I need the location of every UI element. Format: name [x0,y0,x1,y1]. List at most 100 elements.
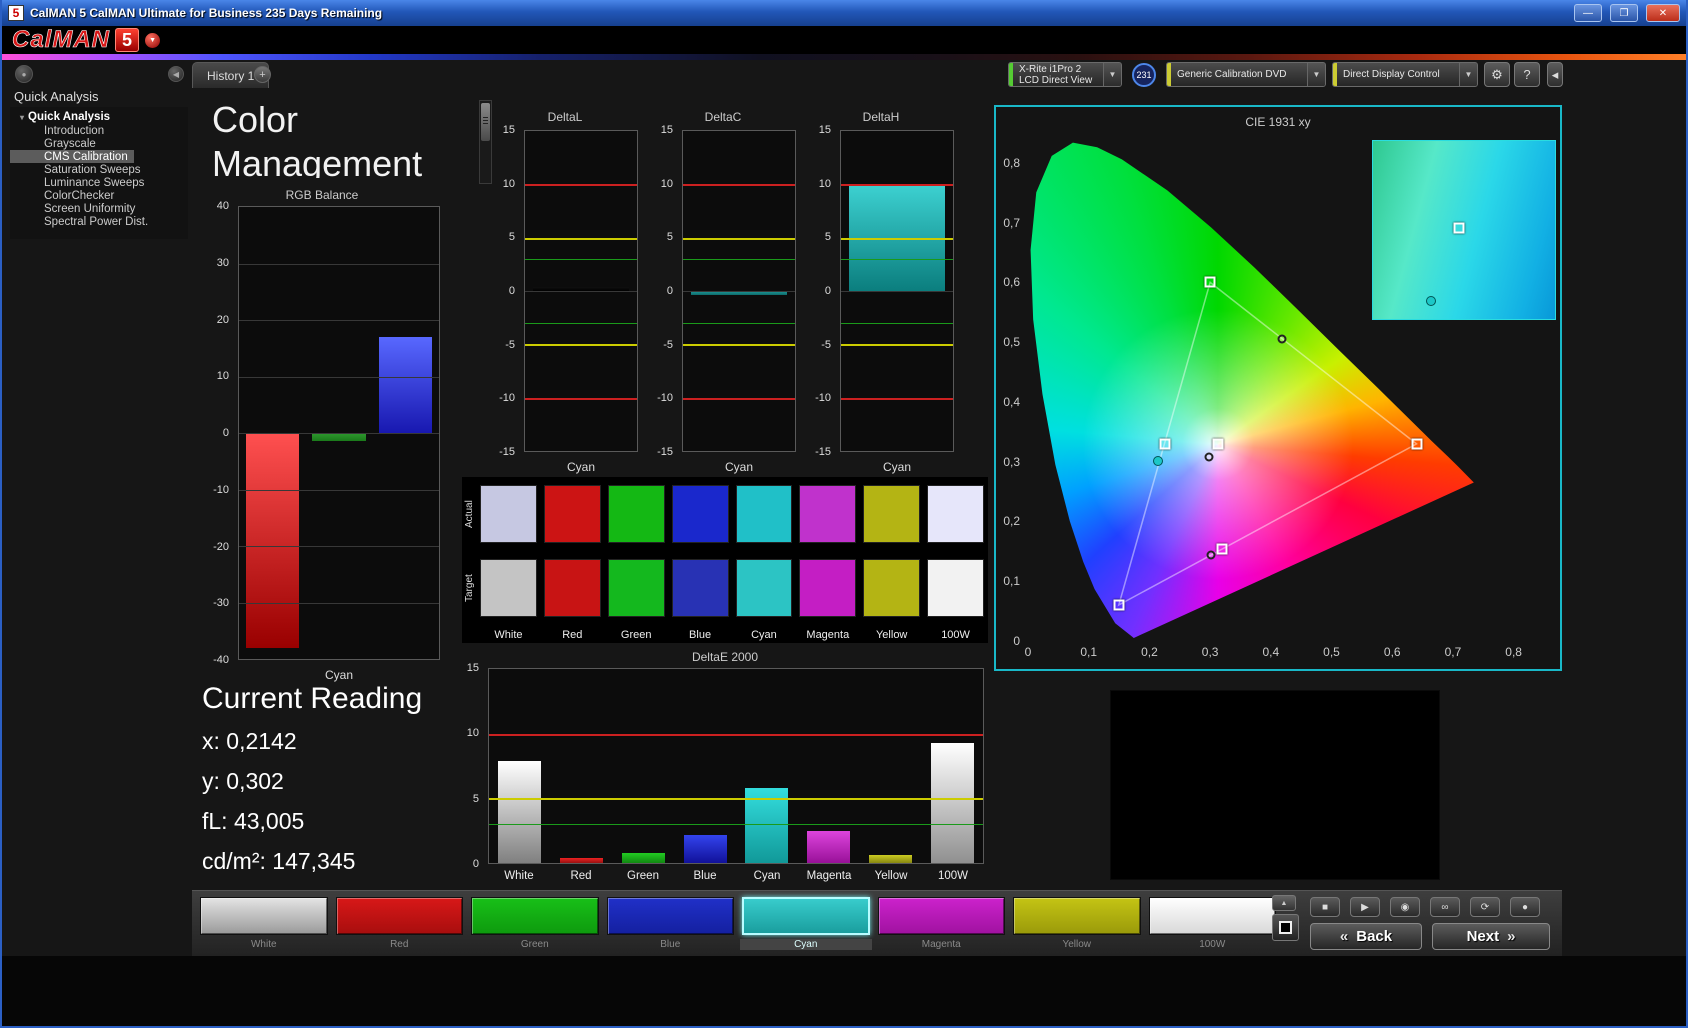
pattern-swatch-magenta[interactable] [877,897,1005,935]
refresh-button[interactable]: ⟳ [1470,897,1500,917]
swatch-column-label: White [494,629,523,641]
pattern-window-icon [1279,921,1292,934]
pattern-label: Red [390,939,409,950]
sidebar-item-saturation-sweeps[interactable]: Saturation Sweeps [10,163,188,176]
target-swatch-green [607,559,665,617]
reading-cdm2: cd/m²: 147,345 [202,848,356,874]
pattern-swatch-white[interactable] [200,897,328,935]
reading-x: x: 0,2142 [202,728,297,754]
rgb-balance-bar-green [312,433,366,442]
pattern-swatch-yellow[interactable] [1013,897,1141,935]
pattern-slot-magenta[interactable]: Magenta [876,897,1008,953]
sidebar-item-luminance-sweeps[interactable]: Luminance Sweeps [10,176,188,189]
pattern-slot-cyan[interactable]: Cyan [740,897,872,953]
reference-line [525,237,637,240]
pattern-swatch-cyan[interactable] [742,897,870,935]
settings-button[interactable]: ⚙ [1484,62,1510,87]
actual-swatch-blue [671,485,729,543]
pattern-swatch-red[interactable] [335,897,463,935]
reading-y: y: 0,302 [202,768,284,794]
actual-swatch-100w [927,485,984,543]
sidebar-item-grayscale[interactable]: Grayscale [10,137,188,150]
sidebar-collapse-button[interactable]: ◀ [168,66,184,82]
sidebar-item-screen-uniformity[interactable]: Screen Uniformity [10,202,188,215]
workflow-options-button[interactable]: ● [15,65,33,83]
x-axis-label: Cyan [566,460,595,474]
source-dropdown[interactable]: Generic Calibration DVD ▼ [1166,62,1326,87]
cie-marker-blue-target [1113,599,1125,611]
workflow-tree: ▾ Quick Analysis Introduction Grayscale CM… [10,107,188,239]
target-swatch-cyan [735,559,793,617]
sidebar-item-spectral-power-dist[interactable]: Spectral Power Dist. [10,215,188,228]
x-category-label: Yellow [874,870,908,882]
delta-e-2000-bar-yellow [868,855,912,863]
meter-dropdown[interactable]: X-Rite i1Pro 2 LCD Direct View ▼ [1008,62,1122,87]
minimize-button[interactable]: — [1574,4,1602,22]
video-preview [1110,690,1440,880]
chevron-down-icon[interactable]: ▼ [1459,63,1477,86]
tree-root-quick-analysis[interactable]: ▾ Quick Analysis [10,110,188,124]
pattern-up-button[interactable]: ▲ [1272,895,1296,911]
swatch-column-label: 100W [941,629,970,641]
pattern-swatch-green[interactable] [471,897,599,935]
axis-tick-label: -5 [663,338,673,351]
sidebar-item-cms-calibration[interactable]: CMS Calibration [10,150,134,163]
pattern-slot-blue[interactable]: Blue [605,897,737,953]
record-button[interactable]: ◉ [1390,897,1420,917]
add-tab-button[interactable]: + [254,66,271,83]
pattern-label: Yellow [1062,939,1092,950]
sidebar-item-introduction[interactable]: Introduction [10,124,188,137]
axis-tick-label: 20 [216,313,229,326]
stop-button[interactable]: ■ [1310,897,1340,917]
axis-tick-label: -30 [213,597,229,610]
pattern-swatch-100w[interactable] [1148,897,1276,935]
axis-tick-label: 10 [502,177,515,190]
chevron-down-icon[interactable]: ▼ [1103,63,1121,86]
pattern-swatch-blue[interactable] [606,897,734,935]
logo-menu-caret-icon[interactable]: ▼ [145,32,161,48]
pattern-window-button[interactable] [1272,914,1299,941]
cie-marker-yellow-target [1277,334,1287,344]
pattern-bar: White Red Green Blue Cyan Magenta Yellow 100W ▲… [192,890,1562,956]
back-button[interactable]: « Back [1310,923,1422,950]
pattern-slot-100w[interactable]: 100W [1147,897,1279,953]
pattern-slot-green[interactable]: Green [469,897,601,953]
source-label: Generic Calibration DVD [1177,69,1287,80]
delta-h-chart: DeltaH -15 -10 -5 0 5 10 15 Cyan [806,110,956,482]
sidebar-header: Quick Analysis [14,89,99,104]
reference-line [525,323,637,324]
axis-tick-label: -20 [213,540,229,553]
pattern-slot-yellow[interactable]: Yellow [1011,897,1143,953]
expander-icon[interactable]: ▾ [20,113,24,122]
close-button[interactable]: ✕ [1646,4,1680,22]
gear-icon: ⚙ [1491,66,1503,82]
actual-swatch-green [607,485,665,543]
restore-button[interactable]: ❐ [1610,4,1638,22]
help-button[interactable]: ? [1514,62,1540,87]
next-button[interactable]: Next » [1432,923,1550,950]
axis-tick-label: -15 [815,446,831,458]
axis-tick-label: 0 [666,285,673,297]
display-control-dropdown[interactable]: Direct Display Control ▼ [1332,62,1478,87]
panel-collapse-button[interactable]: ◂ [1547,62,1563,87]
gridline [239,263,439,265]
loop-button[interactable]: ∞ [1430,897,1460,917]
cie-marker-cyan-measured [1153,455,1164,466]
axis-tick-label: -10 [213,483,229,496]
sidebar-item-colorchecker[interactable]: ColorChecker [10,189,188,202]
x-category-label: Magenta [806,870,852,882]
x-category-label: Cyan [753,870,781,882]
play-button[interactable]: ▶ [1350,897,1380,917]
chevron-down-icon[interactable]: ▼ [1307,63,1325,86]
cie-x-tick: 0,8 [1505,645,1522,659]
axis-tick-label: 10 [818,177,831,190]
pattern-slot-red[interactable]: Red [334,897,466,953]
status-button[interactable]: ● [1510,897,1540,917]
pattern-slot-white[interactable]: White [198,897,330,953]
swatch-comparison-panel: Actual Target White Red Green Blue Cyan Magen… [462,477,988,643]
cie-y-tick: 0,8 [1003,155,1020,170]
gridline [239,433,439,434]
axis-tick-label: -5 [505,338,515,351]
cie-x-tick: 0,3 [1201,645,1219,659]
pattern-label: Magenta [921,939,961,950]
